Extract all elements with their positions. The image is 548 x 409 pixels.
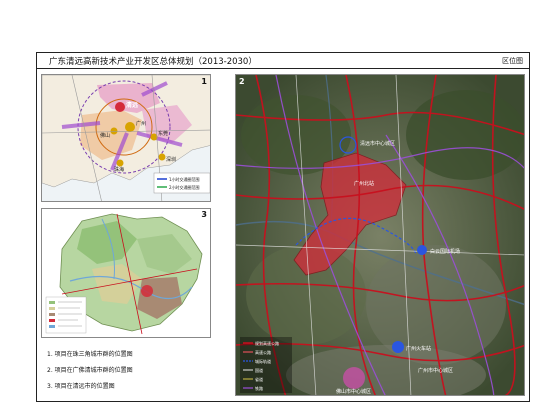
label-qy-center: 清远市中心城区 <box>360 140 395 147</box>
label-gz-center: 广州市中心城区 <box>418 367 453 374</box>
site-marker <box>141 285 153 297</box>
satellite-map-svg: 清远市中心城区 白云国际机场 广州火车站 广州市中心城区 佛山市中心城区 广州北… <box>236 75 524 395</box>
panel-qingyuan-map: 3 <box>41 208 211 338</box>
legend-1h: 1小时交通圈范围 <box>169 176 200 182</box>
panel-3-number: 3 <box>201 210 207 219</box>
label-zhuhai: 珠海 <box>114 166 124 173</box>
panel-2-number: 2 <box>239 77 245 86</box>
map-sheet: 广东清远高新技术产业开发区总体规划（2013-2030） 区位图 清远 广州 佛… <box>36 52 530 402</box>
qingyuan-marker <box>115 102 125 112</box>
label-qingyuan: 清远 <box>126 101 138 109</box>
label-guangzhou: 广州 <box>136 120 146 127</box>
label-foshan: 佛山 <box>100 132 110 139</box>
airport-marker <box>417 245 427 255</box>
panel-1-number: 1 <box>201 77 207 86</box>
fs-center-marker <box>343 367 365 389</box>
legend-rail: 铁路 <box>255 385 263 391</box>
legend-provincial: 省道 <box>255 376 263 382</box>
label-shenzhen: 深圳 <box>166 156 176 163</box>
guangzhou-marker <box>125 122 135 132</box>
legend-intercity: 城际轨道 <box>255 358 271 364</box>
label-gz-station: 广州火车站 <box>406 345 431 352</box>
prd-legend <box>153 172 210 194</box>
label-huadu: 广州北站 <box>354 180 374 187</box>
label-fs-center: 佛山市中心城区 <box>336 388 371 395</box>
page-title: 广东清远高新技术产业开发区总体规划（2013-2030） <box>49 57 257 67</box>
caption-3: 3. 项目在清远市的位置图 <box>47 383 115 390</box>
panel-satellite-map: 清远市中心城区 白云国际机场 广州火车站 广州市中心城区 佛山市中心城区 广州北… <box>235 74 525 396</box>
prd-map-svg: 清远 广州 佛山 东莞 深圳 珠海 1小时交通圈范围 2小时交通圈范围 <box>42 75 210 201</box>
legend-2h: 2小时交通圈范围 <box>169 184 200 190</box>
legend-highway: 高速公路 <box>255 349 271 355</box>
legend-national: 国道 <box>255 367 263 373</box>
legend-plan-highway: 规划高速公路 <box>255 340 279 346</box>
gz-station-marker <box>392 341 404 353</box>
label-airport: 白云国际机场 <box>430 248 460 255</box>
panel-prd-map: 清远 广州 佛山 东莞 深圳 珠海 1小时交通圈范围 2小时交通圈范围 1 <box>41 74 211 202</box>
sheet-tag: 区位图 <box>502 57 523 65</box>
qingyuan-map-svg <box>45 213 203 335</box>
caption-1: 1. 项目在珠三角城市群的位置图 <box>47 351 133 358</box>
label-dongguan: 东莞 <box>158 130 168 137</box>
title-bar: 广东清远高新技术产业开发区总体规划（2013-2030） 区位图 <box>37 53 529 69</box>
caption-2: 2. 项目在广佛清城市群的位置图 <box>47 367 133 374</box>
